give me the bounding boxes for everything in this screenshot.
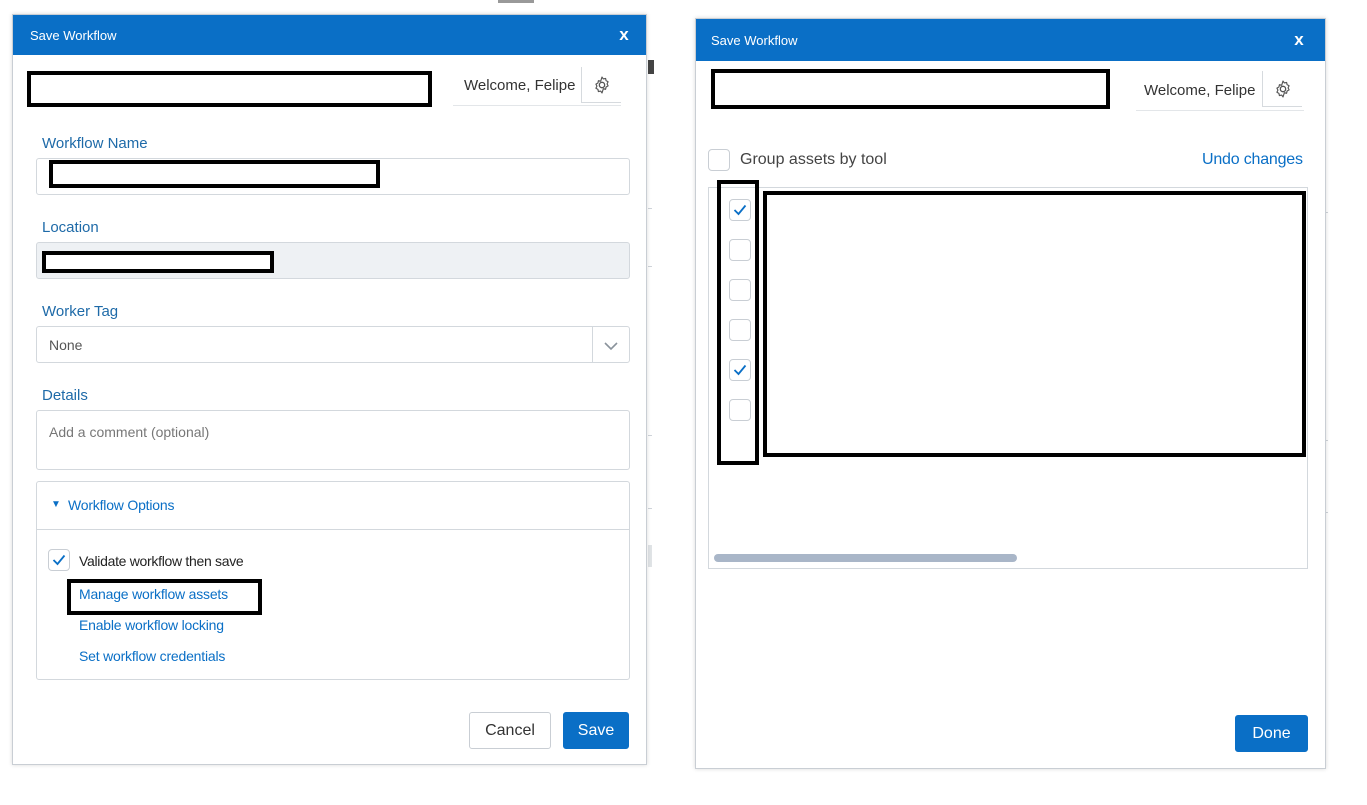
undo-changes-link[interactable]: Undo changes bbox=[1202, 151, 1303, 169]
cancel-button[interactable]: Cancel bbox=[469, 712, 551, 749]
settings-button[interactable] bbox=[581, 67, 621, 103]
redacted-location bbox=[42, 251, 274, 273]
workflow-name-label: Workflow Name bbox=[42, 135, 148, 152]
workflow-options-header[interactable]: ▼ Workflow Options bbox=[37, 482, 629, 530]
close-icon: x bbox=[1294, 30, 1304, 49]
details-placeholder: Add a comment (optional) bbox=[49, 424, 210, 440]
workflow-options-title: Workflow Options bbox=[68, 497, 175, 513]
highlight-box bbox=[67, 579, 262, 615]
worker-tag-value: None bbox=[49, 337, 83, 353]
checkmark-icon bbox=[52, 554, 66, 566]
redacted-asset-names bbox=[763, 191, 1306, 457]
welcome-text: Welcome, Felipe bbox=[464, 77, 576, 94]
save-button[interactable]: Save bbox=[563, 712, 629, 749]
location-label: Location bbox=[42, 219, 99, 236]
close-button[interactable]: x bbox=[614, 25, 634, 45]
redacted-user-block bbox=[27, 71, 432, 107]
details-label: Details bbox=[42, 387, 88, 404]
caret-down-icon: ▼ bbox=[51, 499, 61, 510]
redacted-workflow-name bbox=[49, 160, 380, 188]
chevron-down-icon bbox=[604, 342, 618, 351]
background-divider bbox=[648, 266, 652, 267]
highlight-box bbox=[717, 180, 759, 465]
validate-checkbox[interactable] bbox=[48, 549, 70, 571]
workflow-options-panel: ▼ Workflow Options Validate workflow the… bbox=[36, 481, 630, 680]
done-button[interactable]: Done bbox=[1235, 715, 1308, 752]
header-divider bbox=[453, 105, 621, 106]
background-divider bbox=[648, 508, 652, 509]
enable-locking-link[interactable]: Enable workflow locking bbox=[79, 617, 224, 633]
gear-icon bbox=[1275, 80, 1290, 97]
details-textarea[interactable]: Add a comment (optional) bbox=[36, 410, 630, 470]
save-workflow-dialog-left: Save Workflow x Welcome, Felipe Workflow… bbox=[12, 14, 647, 765]
close-button[interactable]: x bbox=[1289, 30, 1309, 50]
set-credentials-link[interactable]: Set workflow credentials bbox=[79, 648, 225, 664]
save-workflow-dialog-right: Save Workflow x Welcome, Felipe Group as… bbox=[695, 18, 1326, 769]
dialog-title: Save Workflow bbox=[711, 32, 798, 48]
background-divider bbox=[648, 208, 652, 209]
horizontal-scrollbar[interactable] bbox=[714, 554, 1017, 562]
dialog-title: Save Workflow bbox=[30, 27, 117, 43]
select-divider bbox=[592, 327, 593, 362]
welcome-text: Welcome, Felipe bbox=[1144, 82, 1256, 99]
worker-tag-label: Worker Tag bbox=[42, 303, 119, 320]
asset-list bbox=[708, 180, 1308, 569]
settings-button[interactable] bbox=[1262, 71, 1302, 107]
background-divider bbox=[648, 60, 654, 74]
dialog-titlebar: Save Workflow bbox=[696, 19, 1325, 61]
background-divider bbox=[648, 545, 652, 567]
background-divider bbox=[648, 435, 652, 436]
group-assets-checkbox[interactable] bbox=[708, 149, 730, 171]
validate-label: Validate workflow then save bbox=[79, 553, 244, 569]
redacted-user-block bbox=[711, 69, 1110, 109]
group-assets-label: Group assets by tool bbox=[740, 151, 887, 168]
header-divider bbox=[1136, 110, 1304, 111]
close-icon: x bbox=[619, 25, 629, 44]
worker-tag-select[interactable]: None bbox=[36, 326, 630, 363]
gear-icon bbox=[594, 76, 609, 93]
dialog-titlebar: Save Workflow bbox=[13, 15, 646, 55]
background-text: ▬▬▬ bbox=[498, 0, 534, 6]
